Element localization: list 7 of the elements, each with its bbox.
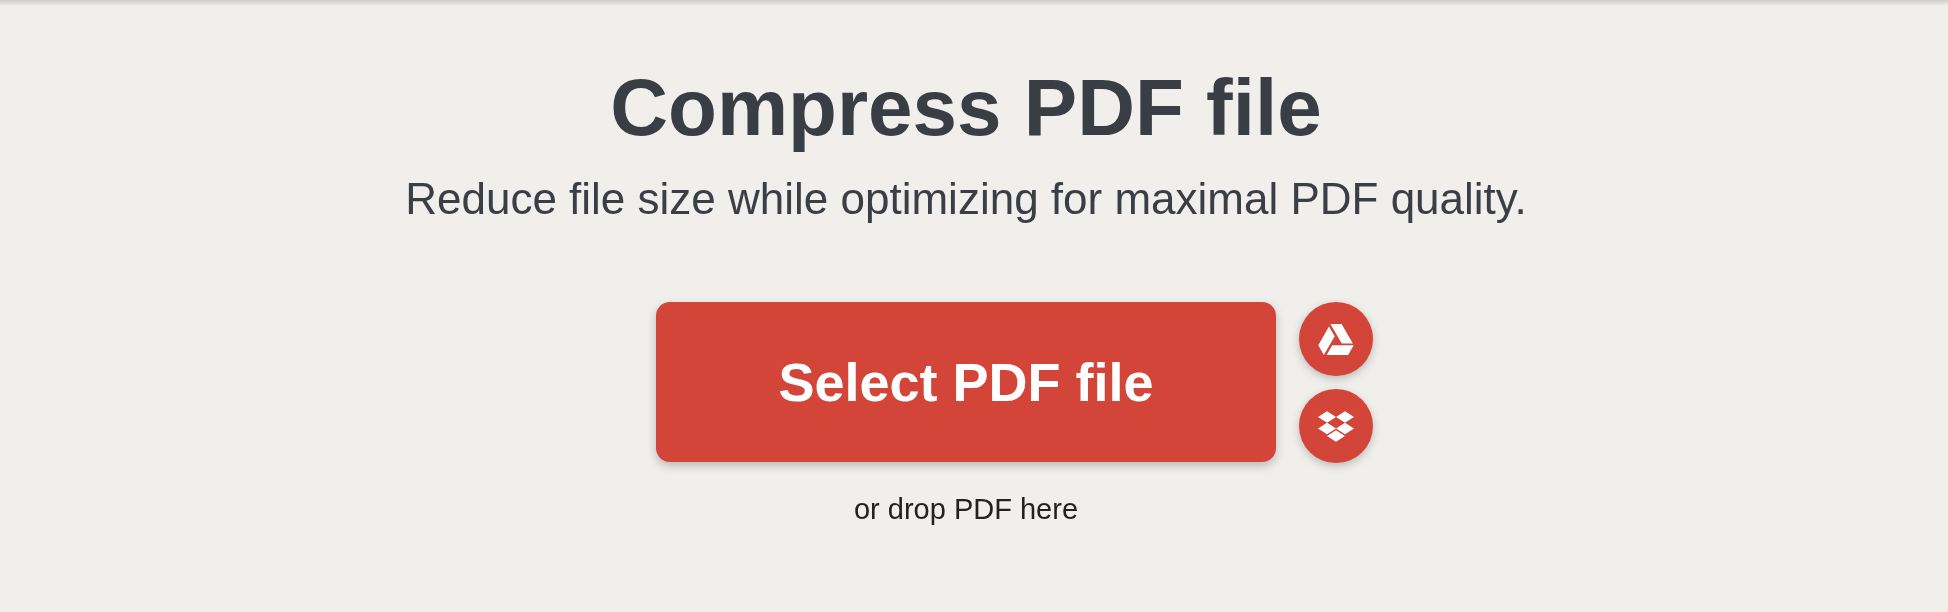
triangle-icon <box>1318 323 1354 355</box>
cloud-source-button[interactable] <box>1299 302 1373 376</box>
page-subtitle: Reduce file size while optimizing for maximal PDF quality. <box>405 177 1527 221</box>
select-file-button[interactable]: Select PDF file <box>656 302 1276 462</box>
drop-hint: or drop PDF here <box>853 495 1078 524</box>
cloud-source-button[interactable] <box>1299 389 1373 463</box>
open-box-icon <box>1318 410 1354 442</box>
